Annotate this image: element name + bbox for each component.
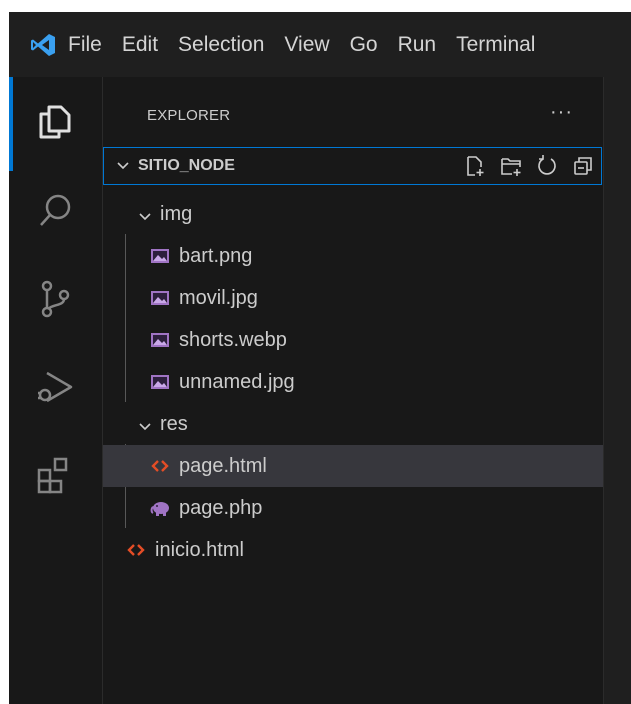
html-file-icon [150, 456, 170, 476]
folder-row-img[interactable]: img [103, 193, 603, 235]
source-control-icon[interactable] [33, 277, 77, 321]
folder-label: res [160, 412, 188, 435]
folder-label: img [160, 202, 193, 225]
search-icon[interactable] [33, 189, 77, 233]
file-row-page-html[interactable]: page.html [103, 445, 603, 487]
file-label: page.html [179, 454, 267, 477]
explorer-title: EXPLORER [147, 106, 231, 124]
active-indicator [9, 77, 13, 171]
title-bar: File Edit Selection View Go Run Terminal [9, 12, 631, 77]
refresh-icon[interactable] [535, 154, 559, 178]
run-debug-icon[interactable] [33, 365, 77, 409]
file-label: shorts.webp [179, 328, 287, 351]
file-row-unnamed[interactable]: unnamed.jpg [103, 361, 603, 403]
file-row-page-php[interactable]: page.php [103, 487, 603, 529]
explorer-sidebar: EXPLORER ··· SITIO_NODE img bart.png mov… [103, 77, 603, 704]
collapse-all-icon[interactable] [571, 154, 595, 178]
more-actions-button[interactable]: ··· [550, 101, 573, 124]
file-label: bart.png [179, 244, 253, 267]
file-label: page.php [179, 496, 263, 519]
file-label: movil.jpg [179, 286, 258, 309]
image-file-icon [150, 288, 170, 308]
menu-run[interactable]: Run [398, 33, 437, 57]
extensions-icon[interactable] [33, 453, 77, 497]
file-row-inicio-html[interactable]: inicio.html [103, 529, 603, 571]
chevron-down-icon [116, 159, 130, 173]
menu-file[interactable]: File [68, 33, 102, 57]
new-folder-icon[interactable] [499, 154, 523, 178]
vscode-logo-icon [30, 32, 56, 58]
activity-bar [9, 77, 103, 704]
explorer-icon[interactable] [33, 99, 77, 143]
editor-area [603, 77, 631, 704]
menu-view[interactable]: View [284, 33, 329, 57]
root-folder-label: SITIO_NODE [138, 157, 235, 174]
file-label: inicio.html [155, 538, 244, 561]
php-elephant-icon [150, 498, 170, 518]
root-folder-row[interactable]: SITIO_NODE [103, 147, 602, 185]
image-file-icon [150, 246, 170, 266]
file-row-bart[interactable]: bart.png [103, 235, 603, 277]
menu-edit[interactable]: Edit [122, 33, 158, 57]
menu-selection[interactable]: Selection [178, 33, 264, 57]
html-file-icon [126, 540, 146, 560]
root-actions [463, 154, 595, 178]
chevron-down-icon [138, 207, 152, 221]
file-label: unnamed.jpg [179, 370, 295, 393]
menu-go[interactable]: Go [350, 33, 378, 57]
image-file-icon [150, 330, 170, 350]
file-row-movil[interactable]: movil.jpg [103, 277, 603, 319]
explorer-header: EXPLORER ··· [103, 95, 603, 135]
file-row-shorts[interactable]: shorts.webp [103, 319, 603, 361]
folder-row-res[interactable]: res [103, 403, 603, 445]
menu-bar: File Edit Selection View Go Run Terminal [68, 33, 555, 57]
image-file-icon [150, 372, 170, 392]
menu-terminal[interactable]: Terminal [456, 33, 535, 57]
chevron-down-icon [138, 417, 152, 431]
new-file-icon[interactable] [463, 154, 487, 178]
